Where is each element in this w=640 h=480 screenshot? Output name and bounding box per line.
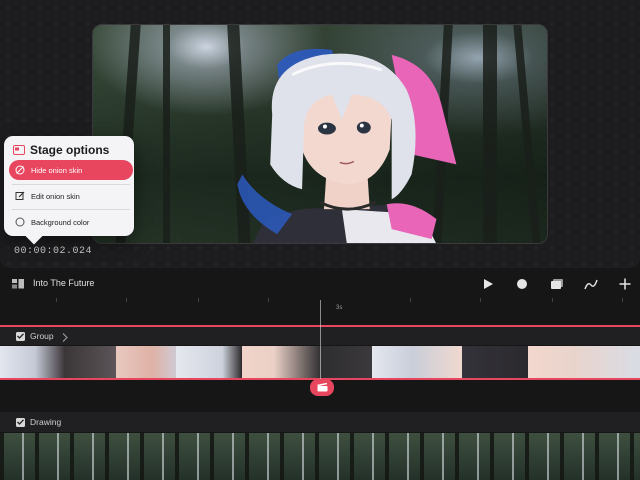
add-layer-button[interactable] [617,276,633,292]
stage-options-title: Stage options [30,143,110,157]
checkmark-icon [17,333,24,339]
playhead-line [320,300,321,380]
drawing-frames-strip[interactable] [0,433,640,480]
ruler-tick [622,298,623,302]
brush-button[interactable] [583,276,599,292]
play-icon [484,279,493,289]
stage-area: 00:00:02.024 Stage options Hide onion sk… [0,0,640,268]
frame-thumbnail[interactable] [116,346,176,378]
edit-icon [15,191,25,200]
frame-thumbnail[interactable] [242,346,322,378]
stage-options-popover: Stage options Hide onion skin Edit onion… [4,136,134,236]
frame-thumbnail[interactable] [462,346,528,378]
frame-thumbnail[interactable] [0,346,64,378]
popover-divider [12,209,130,210]
stage-canvas[interactable] [92,24,548,244]
frame-thumbnail[interactable] [322,346,372,378]
clapper-icon [316,383,327,392]
layers-icon [551,279,563,289]
hide-onion-skin-label: Hide onion skin [31,165,83,175]
record-button[interactable] [514,276,530,292]
stage-options-header: Stage options [13,143,109,157]
layer-visibility-checkbox[interactable] [16,417,25,427]
timeline-toolbar: Into The Future [0,270,640,298]
layer-name-drawing: Drawing [30,417,62,427]
frame-thumbnail[interactable] [372,346,462,378]
popover-divider [12,184,130,185]
add-icon [619,278,631,290]
timeline-menu-icon[interactable] [12,279,24,289]
edit-onion-skin-option[interactable]: Edit onion skin [9,186,133,206]
ruler-tick [552,298,553,302]
layers-button[interactable] [549,276,565,292]
frame-thumbnail[interactable] [176,346,242,378]
play-button[interactable] [480,276,496,292]
color-circle-icon [15,217,25,227]
onion-skin-icon [15,165,25,175]
app-window: 00:00:02.024 Stage options Hide onion sk… [0,0,640,480]
forest-frame-thumbnails[interactable] [0,433,640,480]
background-color-label: Background color [31,217,90,227]
ruler-tick [56,298,57,302]
playhead-handle[interactable] [310,379,334,396]
layer-name-group: Group [30,331,54,341]
edit-onion-skin-label: Edit onion skin [31,191,80,201]
ruler-tick [126,298,127,302]
checkmark-icon [17,419,24,425]
frame-thumbnail[interactable] [528,346,640,378]
frame-thumbnail[interactable] [64,346,116,378]
ruler-tick [410,298,411,302]
stage-options-icon [13,145,25,155]
ruler-tick [480,298,481,302]
brush-icon [584,279,598,290]
background-color-option[interactable]: Background color [9,212,133,232]
character-illustration [237,48,457,243]
project-title: Into The Future [33,278,95,288]
hide-onion-skin-option[interactable]: Hide onion skin [9,160,133,180]
playback-timestamp: 00:00:02.024 [14,246,93,257]
ruler-tick [198,298,199,302]
ruler-label-3s: 3s [336,305,343,311]
layer-visibility-checkbox[interactable] [16,331,25,341]
record-icon [517,279,527,289]
ruler-tick [268,298,269,302]
layer-header-drawing[interactable]: Drawing [0,412,640,432]
chevron-right-icon[interactable] [62,333,68,342]
